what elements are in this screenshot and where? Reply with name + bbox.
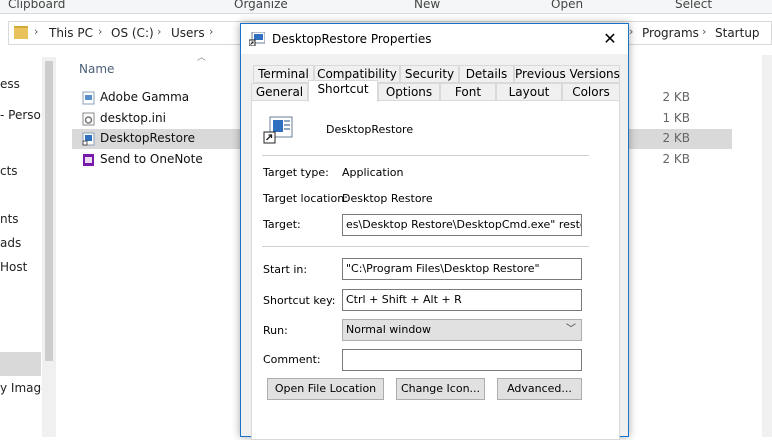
run-label: Run: [263, 324, 288, 337]
shortcut-tab-panel: DesktopRestore Target type: Application … [251, 100, 620, 440]
sort-ascending-icon: ︿ [197, 53, 207, 63]
file-size: 2 KB [662, 152, 690, 166]
shortcut-icon [263, 116, 293, 144]
ribbon-group-organize: Organize [234, 0, 288, 11]
chevron-right-icon: › [629, 25, 634, 38]
ribbon-group-labels: Clipboard Organize New Open Select [0, 0, 772, 14]
tab-shortcut[interactable]: Shortcut [308, 80, 378, 102]
comment-field[interactable] [342, 349, 582, 371]
tab-terminal[interactable]: Terminal [253, 65, 314, 83]
start-in-field[interactable]: "C:\Program Files\Desktop Restore" [342, 258, 582, 280]
nav-item[interactable]: Host [0, 260, 27, 274]
chevron-down-icon: ﹀ [566, 324, 576, 335]
nav-selected-item[interactable] [0, 352, 41, 376]
chevron-right-icon: › [702, 25, 707, 38]
divider [262, 155, 589, 156]
dialog-title: DesktopRestore Properties [272, 32, 432, 46]
chevron-right-icon: › [98, 25, 103, 38]
advanced-button[interactable]: Advanced... [497, 378, 582, 400]
run-select-value: Normal window [346, 323, 432, 336]
tab-security[interactable]: Security [400, 65, 459, 83]
divider [262, 246, 589, 247]
breadcrumb-startup[interactable]: Startup [715, 26, 760, 40]
shortcut-key-label: Shortcut key: [263, 294, 336, 307]
ribbon-group-new: New [414, 0, 441, 11]
file-name: desktop.ini [100, 111, 166, 125]
breadcrumb-this-pc[interactable]: This PC [49, 26, 93, 40]
shortcut-name: DesktopRestore [326, 123, 414, 136]
column-header-name[interactable]: Name [79, 62, 114, 76]
target-type-value: Application [342, 166, 404, 179]
tab-options[interactable]: Options [378, 83, 440, 101]
shortcut-icon [82, 132, 95, 146]
file-size: 2 KB [662, 90, 690, 104]
chevron-right-icon: › [157, 25, 162, 38]
target-type-label: Target type: [263, 166, 329, 179]
dialog-title-bar[interactable]: DesktopRestore Properties ✕ [241, 24, 628, 54]
ribbon-group-select: Select [675, 0, 713, 11]
file-size: 1 KB [662, 111, 690, 125]
nav-item[interactable]: cts [0, 164, 18, 178]
run-select[interactable]: Normal window ﹀ [342, 319, 582, 341]
start-in-label: Start in: [263, 263, 308, 276]
target-location-label: Target location: [263, 192, 348, 205]
close-button[interactable]: ✕ [595, 27, 625, 51]
nav-scrollbar[interactable] [42, 57, 56, 437]
tab-previous-versions[interactable]: Previous Versions [514, 65, 620, 83]
file-list-scrollbar[interactable] [762, 55, 772, 437]
target-location-value: Desktop Restore [342, 192, 433, 205]
nav-item[interactable]: nts [0, 212, 19, 226]
shortcut-icon [82, 91, 95, 105]
file-name: DesktopRestore [100, 131, 196, 145]
ribbon-group-clipboard: Clipboard [8, 0, 66, 11]
ribbon-group-open: Open [551, 0, 584, 11]
tab-details[interactable]: Details [459, 65, 514, 83]
file-name: Send to OneNote [100, 152, 203, 166]
nav-item[interactable]: ads [0, 236, 21, 250]
target-field[interactable]: es\Desktop Restore\DesktopCmd.exe" resto… [342, 214, 582, 236]
breadcrumb-programs[interactable]: Programs [642, 26, 699, 40]
settings-file-icon [82, 112, 95, 126]
tab-general[interactable]: General [251, 83, 308, 101]
chevron-right-icon: › [34, 25, 39, 38]
change-icon-button[interactable]: Change Icon... [396, 378, 485, 400]
target-label: Target: [263, 218, 301, 231]
file-name: Adobe Gamma [100, 90, 190, 104]
scrollbar-thumb[interactable] [45, 61, 53, 361]
breadcrumb-os-c[interactable]: OS (C:) [111, 26, 154, 40]
shortcut-icon [249, 32, 265, 46]
folder-icon [14, 26, 28, 39]
tab-layout[interactable]: Layout [496, 83, 562, 101]
onenote-icon [83, 154, 94, 166]
chevron-right-icon: › [209, 25, 214, 38]
shortcut-key-field[interactable]: Ctrl + Shift + Alt + R [342, 289, 582, 311]
breadcrumb-users[interactable]: Users [171, 26, 205, 40]
tab-font[interactable]: Font [440, 83, 496, 101]
comment-label: Comment: [263, 353, 321, 366]
nav-item[interactable]: ess [0, 77, 20, 91]
open-file-location-button[interactable]: Open File Location [267, 378, 384, 400]
tab-colors[interactable]: Colors [562, 83, 620, 101]
file-size: 2 KB [662, 131, 690, 145]
properties-dialog: DesktopRestore Properties ✕ Terminal Com… [240, 23, 629, 440]
